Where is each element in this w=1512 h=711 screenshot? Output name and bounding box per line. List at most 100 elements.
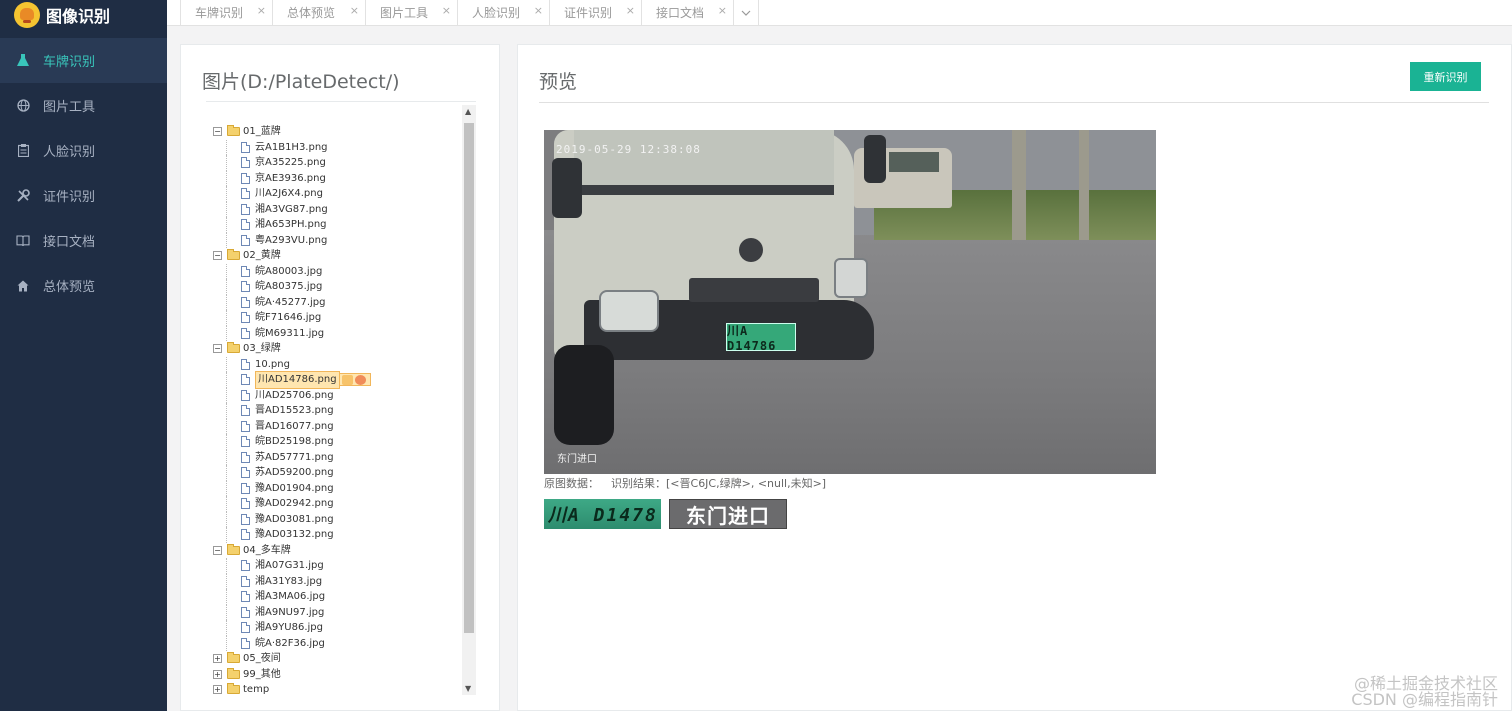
close-icon[interactable]: × <box>626 4 635 17</box>
sidebar-item-label: 证件识别 <box>43 190 96 205</box>
tab-face-recognition[interactable]: 人脸识别 × <box>457 0 549 25</box>
tools-icon <box>16 189 30 203</box>
tree-file[interactable]: 云A1B1H3.png <box>213 139 371 156</box>
close-icon[interactable]: × <box>718 4 727 17</box>
file-icon <box>241 482 250 494</box>
close-icon[interactable]: × <box>534 4 543 17</box>
sidebar-item-id-recognition[interactable]: 证件识别 <box>0 173 167 218</box>
tree-file[interactable]: 豫AD02942.png <box>213 496 371 512</box>
expand-icon[interactable]: + <box>213 669 222 679</box>
sidebar-item-label: 接口文档 <box>43 235 96 250</box>
edit-icon[interactable] <box>341 374 353 385</box>
result-value: [<晋C6JC,绿牌>, <null,未知>] <box>666 477 827 490</box>
tree-folder[interactable]: − 04_多车牌 <box>213 543 371 559</box>
tree-file-label: 湘A31Y83.jpg <box>255 575 323 587</box>
preview-image: 川A D14786 2019-05-29 12:38:08 东门进口 <box>544 130 1156 474</box>
close-icon[interactable]: × <box>257 4 266 17</box>
file-icon <box>241 188 250 200</box>
tree-file[interactable]: 湘A9YU86.jpg <box>213 620 371 636</box>
file-icon <box>241 451 250 463</box>
tree-file[interactable]: 皖A80003.jpg <box>213 263 371 280</box>
tree-file[interactable]: 京A35225.png <box>213 155 371 171</box>
rerecognize-button[interactable]: 重新识别 <box>1410 62 1481 91</box>
scroll-down-icon[interactable]: ▼ <box>465 684 471 693</box>
tree-file[interactable]: 湘A31Y83.jpg <box>213 573 371 590</box>
tree-file-label: 苏AD59200.png <box>255 467 334 478</box>
tree-file[interactable]: 豫AD03132.png <box>213 527 371 543</box>
delete-icon[interactable] <box>354 374 366 385</box>
result-label: 识别结果： <box>611 477 666 490</box>
scroll-up-icon[interactable]: ▲ <box>465 107 471 116</box>
close-icon[interactable]: × <box>442 4 451 17</box>
tree-file[interactable]: 湘A9NU97.jpg <box>213 604 371 621</box>
tree-file[interactable]: 粤A293VU.png <box>213 232 371 249</box>
collapse-icon[interactable]: − <box>213 545 222 555</box>
collapse-icon[interactable]: − <box>213 251 222 261</box>
tree-file[interactable]: 皖A·82F36.jpg <box>213 635 371 652</box>
tree-file[interactable]: 豫AD01904.png <box>213 480 371 497</box>
close-icon[interactable]: × <box>350 4 359 17</box>
tab-plate-recognition[interactable]: 车牌识别 × <box>180 0 272 25</box>
tree-file[interactable]: 皖M69311.jpg <box>213 325 371 342</box>
divider <box>206 101 476 102</box>
file-tree-container: − 01_蓝牌 云A1B1H3.png 京A35225.png 京AE3936.png 川… <box>206 105 476 695</box>
sidebar-item-plate-recognition[interactable]: 车牌识别 <box>0 38 167 83</box>
scroll-thumb[interactable] <box>464 123 474 633</box>
tree-folder[interactable]: − 01_蓝牌 <box>213 124 371 140</box>
tree-folder-label: 99_其他 <box>243 668 281 680</box>
file-icon <box>241 498 250 510</box>
tree-file[interactable]: 川AD25706.png <box>213 387 371 404</box>
tab-api-docs[interactable]: 接口文档 × <box>641 0 733 25</box>
tab-id-recognition[interactable]: 证件识别 × <box>549 0 641 25</box>
divider <box>539 102 1489 103</box>
tree-folder[interactable]: − 03_绿牌 <box>213 341 371 357</box>
file-icon <box>241 622 250 634</box>
tree-folder[interactable]: +05_夜间 <box>213 651 371 667</box>
tree-file[interactable]: 皖A80375.jpg <box>213 279 371 295</box>
tab-image-tools[interactable]: 图片工具 × <box>365 0 457 25</box>
sidebar-item-face-recognition[interactable]: 人脸识别 <box>0 128 167 173</box>
tree-file[interactable]: 湘A07G31.jpg <box>213 558 371 574</box>
collapse-icon[interactable]: − <box>213 127 222 137</box>
tree-file[interactable]: 10.png <box>213 356 371 373</box>
file-tree: − 01_蓝牌 云A1B1H3.png 京A35225.png 京AE3936.png 川… <box>213 124 371 695</box>
sidebar-item-image-tools[interactable]: 图片工具 <box>0 83 167 128</box>
tree-folder[interactable]: − 02_黄牌 <box>213 248 371 264</box>
tree-file[interactable]: 晋AD15523.png <box>213 403 371 419</box>
sidebar-item-overview[interactable]: 总体预览 <box>0 263 167 308</box>
photo-mirror <box>864 135 886 183</box>
tree-file[interactable]: 皖BD25198.png <box>213 434 371 450</box>
tree-file[interactable]: 皖A·45277.jpg <box>213 294 371 311</box>
clipboard-icon <box>16 144 30 158</box>
tab-overview[interactable]: 总体预览 × <box>272 0 365 25</box>
tree-file[interactable]: 豫AD03081.png <box>213 511 371 528</box>
sidebar-item-api-docs[interactable]: 接口文档 <box>0 218 167 263</box>
sidebar-nav: 车牌识别 图片工具 人脸识别 证件识别 接口文档 总体预览 <box>0 38 167 308</box>
tree-file[interactable]: 湘A653PH.png <box>213 217 371 233</box>
tree-folder[interactable]: +99_其他 <box>213 667 371 683</box>
tree-file[interactable]: 苏AD57771.png <box>213 449 371 466</box>
tree-file[interactable]: 湘A3MA06.jpg <box>213 589 371 605</box>
tree-file[interactable]: 苏AD59200.png <box>213 465 371 481</box>
tree-file[interactable]: 皖F71646.jpg <box>213 310 371 326</box>
tree-file[interactable]: 京AE3936.png <box>213 170 371 187</box>
photo-windshield <box>574 130 834 195</box>
tree-folder-label: temp <box>243 684 270 695</box>
scrollbar[interactable]: ▲ ▼ <box>462 105 476 695</box>
file-icon <box>241 157 250 169</box>
tree-folder[interactable]: + temp <box>213 682 371 695</box>
tree-file-label: 云A1B1H3.png <box>255 141 328 153</box>
expand-icon[interactable]: + <box>213 685 222 695</box>
tree-file[interactable]: 川A2J6X4.png <box>213 186 371 202</box>
tree-file[interactable]: 川AD14786.png <box>213 371 371 389</box>
tree-file-label: 粤A293VU.png <box>255 234 328 246</box>
expand-icon[interactable]: + <box>213 654 222 664</box>
collapse-icon[interactable]: − <box>213 344 222 354</box>
tab-more-dropdown[interactable] <box>733 0 759 25</box>
tree-file[interactable]: 湘A3VG87.png <box>213 201 371 218</box>
tree-folder-label: 03_绿牌 <box>243 343 281 354</box>
tree-file-label: 京A35225.png <box>255 157 326 168</box>
tree-file[interactable]: 晋AD16077.png <box>213 418 371 435</box>
tree-file-label: 皖BD25198.png <box>255 436 334 447</box>
tree-file-label: 皖A80003.jpg <box>255 265 323 277</box>
